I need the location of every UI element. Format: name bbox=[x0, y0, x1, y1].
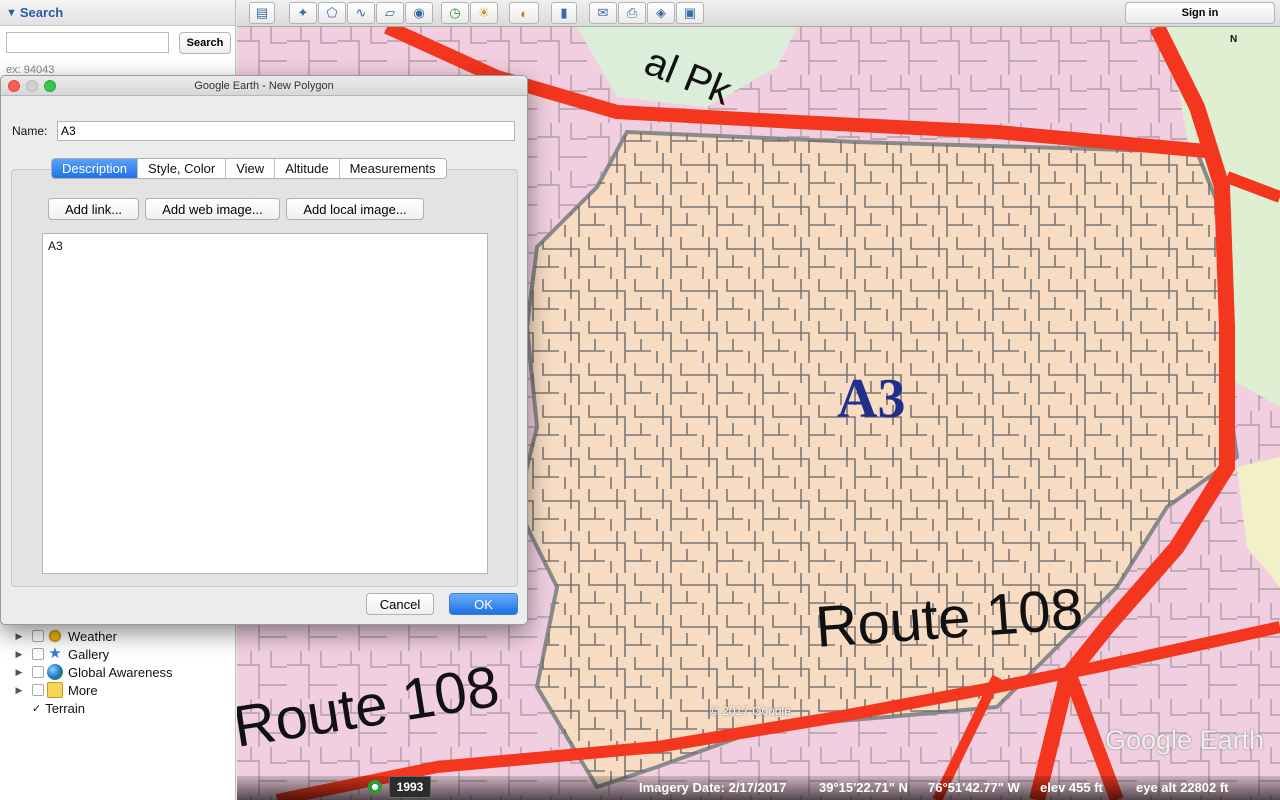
add-placemark-icon[interactable]: ✦ bbox=[289, 2, 317, 24]
dialog-titlebar[interactable]: Google Earth - New Polygon bbox=[1, 76, 527, 96]
print-icon[interactable]: ⎙ bbox=[618, 2, 646, 24]
tab-altitude[interactable]: Altitude bbox=[275, 159, 340, 178]
layer-global-awareness[interactable]: ▶ Global Awareness bbox=[0, 663, 236, 681]
description-textarea[interactable]: A3 bbox=[42, 233, 488, 574]
tab-bar: Description Style, Color View Altitude M… bbox=[51, 158, 447, 179]
zoom-icon[interactable] bbox=[44, 80, 56, 92]
historical-imagery-icon[interactable]: ◷ bbox=[441, 2, 469, 24]
search-button[interactable]: Search bbox=[179, 32, 231, 54]
layers-list: ▶ Weather ▶ ★ Gallery ▶ Global Awareness… bbox=[0, 627, 236, 717]
layer-checkbox[interactable] bbox=[32, 684, 44, 696]
tab-view[interactable]: View bbox=[226, 159, 276, 178]
tab-description[interactable]: Description bbox=[52, 159, 139, 178]
search-panel-header[interactable]: ▼ Search bbox=[0, 0, 235, 26]
layer-checkbox[interactable] bbox=[32, 630, 44, 642]
search-panel-title: Search bbox=[19, 5, 64, 20]
planets-icon[interactable]: ◐ bbox=[509, 2, 539, 24]
layer-label: Gallery bbox=[68, 646, 110, 662]
tab-style-color[interactable]: Style, Color bbox=[138, 159, 227, 178]
layer-label: Weather bbox=[68, 628, 117, 644]
layer-weather[interactable]: ▶ Weather bbox=[0, 627, 236, 645]
status-bar: 1993 Imagery Date: 2/17/2017 39°15'22.71… bbox=[237, 776, 1280, 800]
sidebar-toggle-icon[interactable]: ▤ bbox=[249, 2, 275, 24]
brand-logo: Google Earth bbox=[1105, 725, 1265, 755]
sign-in-button[interactable]: Sign in bbox=[1125, 2, 1275, 24]
ok-button[interactable]: OK bbox=[449, 593, 518, 615]
email-icon[interactable]: ✉ bbox=[589, 2, 617, 24]
layer-label: Terrain bbox=[45, 700, 85, 716]
expand-triangle-icon[interactable]: ▶ bbox=[12, 685, 26, 696]
sun-icon[interactable]: ☀ bbox=[470, 2, 498, 24]
tab-measurements[interactable]: Measurements bbox=[340, 159, 446, 178]
view-in-maps-icon[interactable]: ◈ bbox=[647, 2, 675, 24]
gallery-icon: ★ bbox=[48, 645, 62, 662]
layer-gallery[interactable]: ▶ ★ Gallery bbox=[0, 645, 236, 663]
historical-year-badge[interactable]: 1993 bbox=[389, 776, 431, 798]
close-icon[interactable] bbox=[8, 80, 20, 92]
more-icon bbox=[47, 682, 63, 698]
compass-north-icon[interactable]: N bbox=[1230, 34, 1237, 45]
layer-more[interactable]: ▶ More bbox=[0, 681, 236, 699]
expand-triangle-icon[interactable]: ▶ bbox=[12, 631, 26, 642]
disclosure-triangle-icon[interactable]: ▼ bbox=[6, 7, 17, 19]
search-input[interactable] bbox=[6, 32, 169, 53]
layer-label: Global Awareness bbox=[68, 664, 173, 680]
add-local-image-button[interactable]: Add local image... bbox=[286, 198, 424, 220]
map-copyright: © 2017 Google bbox=[710, 704, 791, 718]
add-path-icon[interactable]: ∿ bbox=[347, 2, 375, 24]
longitude-readout: 76°51'42.77" W bbox=[928, 780, 1020, 795]
elevation-readout: elev 455 ft bbox=[1040, 780, 1103, 795]
add-image-overlay-icon[interactable]: ▱ bbox=[376, 2, 404, 24]
cancel-button[interactable]: Cancel bbox=[366, 593, 434, 615]
checkmark-icon[interactable]: ✓ bbox=[32, 702, 41, 715]
name-field[interactable] bbox=[57, 121, 515, 141]
weather-icon bbox=[47, 628, 63, 644]
ruler-icon[interactable]: ▮ bbox=[551, 2, 577, 24]
eye-altitude-readout: eye alt 22802 ft bbox=[1136, 780, 1229, 795]
minimize-icon[interactable] bbox=[26, 80, 38, 92]
latitude-readout: 39°15'22.71" N bbox=[819, 780, 908, 795]
historical-imagery-clock-icon[interactable] bbox=[368, 780, 382, 794]
record-tour-icon[interactable]: ◉ bbox=[405, 2, 433, 24]
dialog-title: Google Earth - New Polygon bbox=[194, 80, 334, 92]
save-image-icon[interactable]: ▣ bbox=[676, 2, 704, 24]
layer-terrain[interactable]: ✓ Terrain bbox=[32, 699, 236, 717]
imagery-date: Imagery Date: 2/17/2017 bbox=[639, 780, 787, 795]
name-label: Name: bbox=[12, 124, 48, 138]
new-polygon-dialog: Google Earth - New Polygon Name: Descrip… bbox=[0, 75, 528, 625]
layer-checkbox[interactable] bbox=[32, 666, 44, 678]
add-link-button[interactable]: Add link... bbox=[48, 198, 139, 220]
expand-triangle-icon[interactable]: ▶ bbox=[12, 667, 26, 678]
layer-label: More bbox=[68, 682, 98, 698]
add-web-image-button[interactable]: Add web image... bbox=[145, 198, 280, 220]
add-polygon-icon[interactable]: ⬠ bbox=[318, 2, 346, 24]
layer-checkbox[interactable] bbox=[32, 648, 44, 660]
globe-icon bbox=[47, 664, 63, 680]
expand-triangle-icon[interactable]: ▶ bbox=[12, 649, 26, 660]
toolbar: ▤ ✦ ⬠ ∿ ▱ ◉ ◷ ☀ ◐ ▮ ✉ ⎙ ◈ ▣ Sign in bbox=[237, 0, 1280, 27]
area-label: A3 bbox=[837, 368, 905, 430]
